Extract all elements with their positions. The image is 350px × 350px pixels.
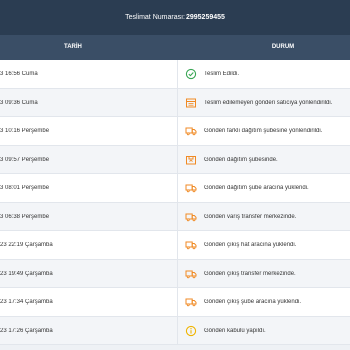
row-status: Gönderi kabulü yapıldı. bbox=[204, 327, 266, 334]
column-divider bbox=[177, 316, 178, 344]
branch-box-icon bbox=[185, 154, 197, 166]
column-divider bbox=[177, 288, 178, 316]
truck-icon bbox=[185, 239, 197, 251]
check-circle-icon bbox=[185, 68, 197, 80]
table-row: 3 09:36 Cuma Teslim edilemeyen gönderi sa… bbox=[0, 88, 350, 117]
table-row: 3 06:38 Perşembe Gönderi varış transfer m… bbox=[0, 202, 350, 231]
tracking-label: Teslimat Numarası: bbox=[125, 13, 185, 21]
table-row: 23 22:19 Çarşamba Gönderi çıkış hat aracı… bbox=[0, 231, 350, 260]
tracking-history-table: 3 16:56 Cuma Teslim Edildi. 3 09:36 Cuma Te… bbox=[0, 60, 350, 345]
column-divider bbox=[177, 202, 178, 230]
truck-icon bbox=[185, 182, 197, 194]
column-header-date: TARİH bbox=[64, 44, 82, 50]
truck-icon bbox=[185, 268, 197, 280]
table-row: 3 09:57 Perşembe Gönderi dağıtım şubesind… bbox=[0, 145, 350, 174]
row-date: 3 06:38 Perşembe bbox=[0, 213, 50, 220]
row-date: 23 17:26 Çarşamba bbox=[0, 327, 53, 334]
row-status: Gönderi farklı dağıtım şubesine yönlendi… bbox=[204, 128, 323, 134]
table-header: TARİH DURUM bbox=[0, 34, 350, 60]
column-divider bbox=[177, 259, 178, 287]
row-status: Gönderi çıkış şube aracına yüklendi. bbox=[204, 299, 302, 305]
return-box-icon bbox=[185, 97, 197, 109]
row-date: 3 09:36 Cuma bbox=[0, 99, 38, 106]
row-date: 3 09:57 Perşembe bbox=[0, 156, 50, 163]
row-date: 23 17:34 Çarşamba bbox=[0, 299, 53, 305]
column-header-status: DURUM bbox=[271, 44, 295, 50]
row-status: Gönderi varış transfer merkezinde. bbox=[204, 213, 297, 220]
column-divider bbox=[177, 174, 178, 202]
truck-icon bbox=[185, 211, 197, 223]
shipment-tracking-panel: Teslimat Numarası: 2995259455 TARİH DURU… bbox=[0, 0, 350, 350]
row-status: Gönderi çıkış transfer merkezinde. bbox=[204, 270, 296, 277]
column-divider bbox=[177, 88, 178, 116]
truck-icon bbox=[185, 125, 197, 137]
table-row: 3 16:56 Cuma Teslim Edildi. bbox=[0, 60, 350, 89]
truck-icon bbox=[185, 296, 197, 308]
row-date: 3 08:01 Perşembe bbox=[0, 185, 50, 191]
table-row: 3 08:01 Perşembe Gönderi dağıtım şube ara… bbox=[0, 174, 350, 203]
row-date: 3 10:16 Perşembe bbox=[0, 128, 50, 134]
row-status: Teslim edilemeyen gönderi satıcıya yönle… bbox=[204, 99, 333, 106]
info-circle-icon bbox=[185, 325, 197, 337]
column-divider bbox=[177, 145, 178, 173]
row-status: Gönderi çıkış hat aracına yüklendi. bbox=[204, 242, 297, 248]
tracking-number-bar: Teslimat Numarası: 2995259455 bbox=[0, 0, 350, 34]
row-date: 23 22:19 Çarşamba bbox=[0, 242, 53, 248]
column-divider bbox=[177, 117, 178, 145]
row-date: 23 19:49 Çarşamba bbox=[0, 270, 53, 277]
column-divider bbox=[177, 60, 178, 88]
row-date: 3 16:56 Cuma bbox=[0, 71, 38, 77]
table-row: 23 17:26 Çarşamba Gönderi kabulü yapıldı. bbox=[0, 316, 350, 345]
table-row: 3 10:16 Perşembe Gönderi farklı dağıtım ş… bbox=[0, 117, 350, 146]
table-row: 23 17:34 Çarşamba Gönderi çıkış şube arac… bbox=[0, 288, 350, 317]
row-status: Teslim Edildi. bbox=[204, 71, 240, 77]
column-divider bbox=[177, 231, 178, 259]
row-status: Gönderi dağıtım şube aracına yüklendi. bbox=[204, 185, 309, 191]
row-status: Gönderi dağıtım şubesinde. bbox=[204, 156, 278, 163]
table-row: 23 19:49 Çarşamba Gönderi çıkış transfer … bbox=[0, 259, 350, 288]
tracking-number: 2995259455 bbox=[185, 13, 225, 21]
